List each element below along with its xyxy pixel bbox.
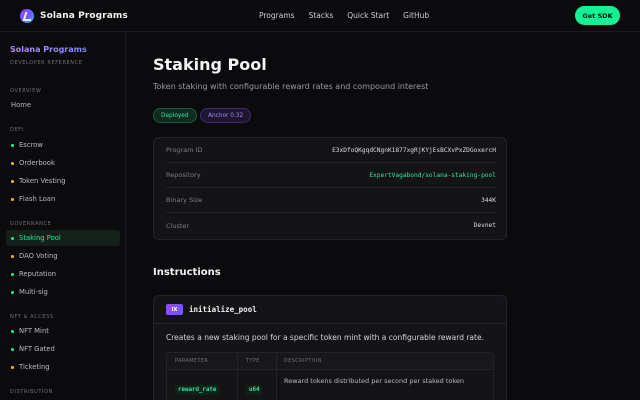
sidebar-item-reputation[interactable]: Reputation bbox=[6, 266, 120, 282]
program-details-card: Program ID E3xDfoQKgqdCNgnK1877xgRjKYjEs… bbox=[153, 137, 507, 240]
program-id-value[interactable]: E3xDfoQKgqdCNgnK1877xgRjKYjEsBCXvPxZDGox… bbox=[332, 147, 496, 154]
sidebar-item-token-vesting[interactable]: Token Vesting bbox=[6, 173, 120, 189]
sidebar: Solana Programs DEVELOPER REFERENCE OVER… bbox=[0, 32, 126, 400]
status-dot-icon bbox=[11, 290, 14, 294]
sidebar-item-label: NFT Mint bbox=[19, 327, 49, 335]
repository-link[interactable]: ExpertVagabond/solana-staking-pool bbox=[369, 172, 496, 179]
sidebar-item-label: Flash Loan bbox=[19, 195, 56, 203]
status-dot-icon bbox=[11, 197, 14, 201]
nav-quick-start[interactable]: Quick Start bbox=[347, 11, 389, 20]
detail-key: Repository bbox=[166, 171, 201, 179]
sidebar-item-orderbook[interactable]: Orderbook bbox=[6, 155, 120, 171]
sidebar-item-label: Orderbook bbox=[19, 159, 55, 167]
section-nft-access: NFT & ACCESS bbox=[10, 314, 54, 320]
detail-key: Binary Size bbox=[166, 196, 203, 204]
divider bbox=[154, 323, 506, 324]
sidebar-item-label: NFT Gated bbox=[19, 345, 55, 353]
detail-row-cluster: Cluster Devnet bbox=[166, 213, 496, 238]
detail-row-repository: Repository ExpertVagabond/solana-staking… bbox=[166, 163, 496, 188]
nav-stacks[interactable]: Stacks bbox=[309, 11, 334, 20]
detail-key: Cluster bbox=[166, 221, 190, 230]
status-dot-icon bbox=[11, 161, 14, 165]
table-header: PARAMETER TYPE DESCRIPTION bbox=[167, 353, 493, 370]
param-description: Reward tokens distributed per second per… bbox=[284, 377, 465, 385]
sidebar-item-label: Escrow bbox=[19, 141, 43, 149]
sidebar-item-label: DAO Voting bbox=[19, 252, 58, 260]
sidebar-item-label: Ticketing bbox=[19, 363, 50, 371]
detail-key: Program ID bbox=[166, 146, 203, 154]
sidebar-item-flash-loan[interactable]: Flash Loan bbox=[6, 191, 120, 207]
sidebar-item-dao-voting[interactable]: DAO Voting bbox=[6, 248, 120, 264]
sidebar-item-nft-mint[interactable]: NFT Mint bbox=[6, 323, 120, 339]
status-dot-icon bbox=[11, 254, 14, 258]
section-overview: OVERVIEW bbox=[10, 88, 42, 94]
cluster-value: Devnet bbox=[473, 222, 496, 229]
sidebar-item-label: Multi-sig bbox=[19, 288, 48, 296]
sidebar-item-label: Staking Pool bbox=[19, 234, 61, 242]
sidebar-item-nft-gated[interactable]: NFT Gated bbox=[6, 341, 120, 357]
sidebar-item-multi-sig[interactable]: Multi-sig bbox=[6, 284, 120, 300]
parameters-table: PARAMETER TYPE DESCRIPTION reward_rate u… bbox=[166, 352, 494, 400]
status-dot-icon bbox=[11, 347, 14, 351]
sidebar-item-home[interactable]: Home bbox=[6, 97, 120, 113]
detail-row-program-id: Program ID E3xDfoQKgqdCNgnK1877xgRjKYjEs… bbox=[166, 138, 496, 163]
section-governance: GOVERNANCE bbox=[10, 221, 52, 227]
section-defi: DEFI bbox=[10, 127, 24, 133]
page-description: Token staking with configurable reward r… bbox=[153, 82, 429, 91]
detail-row-binary-size: Binary Size 344K bbox=[166, 188, 496, 213]
status-dot-icon bbox=[11, 329, 14, 333]
param-name: reward_rate bbox=[175, 385, 220, 395]
status-dot-icon bbox=[11, 179, 14, 183]
instruction-card: IX initialize_pool Creates a new staking… bbox=[153, 295, 507, 400]
status-dot-icon bbox=[11, 272, 14, 276]
section-distribution: DISTRIBUTION bbox=[10, 389, 53, 395]
page-title: Staking Pool bbox=[153, 55, 267, 74]
instruction-tag-icon: IX bbox=[166, 304, 183, 315]
status-dot-icon bbox=[11, 236, 14, 240]
column-header-description: DESCRIPTION bbox=[284, 359, 322, 364]
sidebar-item-label: Reputation bbox=[19, 270, 57, 278]
binary-size-value: 344K bbox=[481, 196, 496, 204]
sidebar-item-label: Token Vesting bbox=[19, 177, 66, 185]
sidebar-item-escrow[interactable]: Escrow bbox=[6, 137, 120, 153]
main-content: Staking Pool Token staking with configur… bbox=[127, 33, 640, 400]
brand-name: Solana Programs bbox=[40, 11, 128, 21]
sidebar-item-label: Home bbox=[11, 101, 32, 109]
instructions-heading: Instructions bbox=[153, 267, 221, 278]
instruction-name: initialize_pool bbox=[189, 305, 257, 314]
status-dot-icon bbox=[11, 365, 14, 369]
param-type: u64 bbox=[246, 385, 263, 395]
get-sdk-button[interactable]: Get SDK bbox=[575, 6, 620, 25]
sidebar-item-staking-pool[interactable]: Staking Pool bbox=[6, 230, 120, 246]
divider bbox=[276, 353, 277, 400]
status-badge-deployed: Deployed bbox=[153, 108, 197, 123]
solana-logo-icon bbox=[20, 9, 34, 23]
nav-programs[interactable]: Programs bbox=[259, 11, 295, 20]
sidebar-item-ticketing[interactable]: Ticketing bbox=[6, 359, 120, 375]
nav-github[interactable]: GitHub bbox=[403, 11, 429, 20]
column-header-type: TYPE bbox=[246, 359, 260, 364]
instruction-header: IX initialize_pool bbox=[166, 304, 257, 315]
sidebar-subtitle: DEVELOPER REFERENCE bbox=[10, 60, 83, 66]
sidebar-title: Solana Programs bbox=[10, 45, 87, 54]
divider bbox=[237, 353, 238, 400]
instruction-description: Creates a new staking pool for a specifi… bbox=[166, 333, 484, 342]
column-header-parameter: PARAMETER bbox=[175, 359, 209, 364]
main-nav: Programs Stacks Quick Start GitHub bbox=[259, 11, 429, 20]
brand[interactable]: Solana Programs bbox=[20, 9, 128, 23]
status-dot-icon bbox=[11, 143, 14, 147]
top-navbar: Solana Programs Programs Stacks Quick St… bbox=[0, 0, 640, 32]
framework-badge: Anchor 0.32 bbox=[200, 108, 252, 123]
